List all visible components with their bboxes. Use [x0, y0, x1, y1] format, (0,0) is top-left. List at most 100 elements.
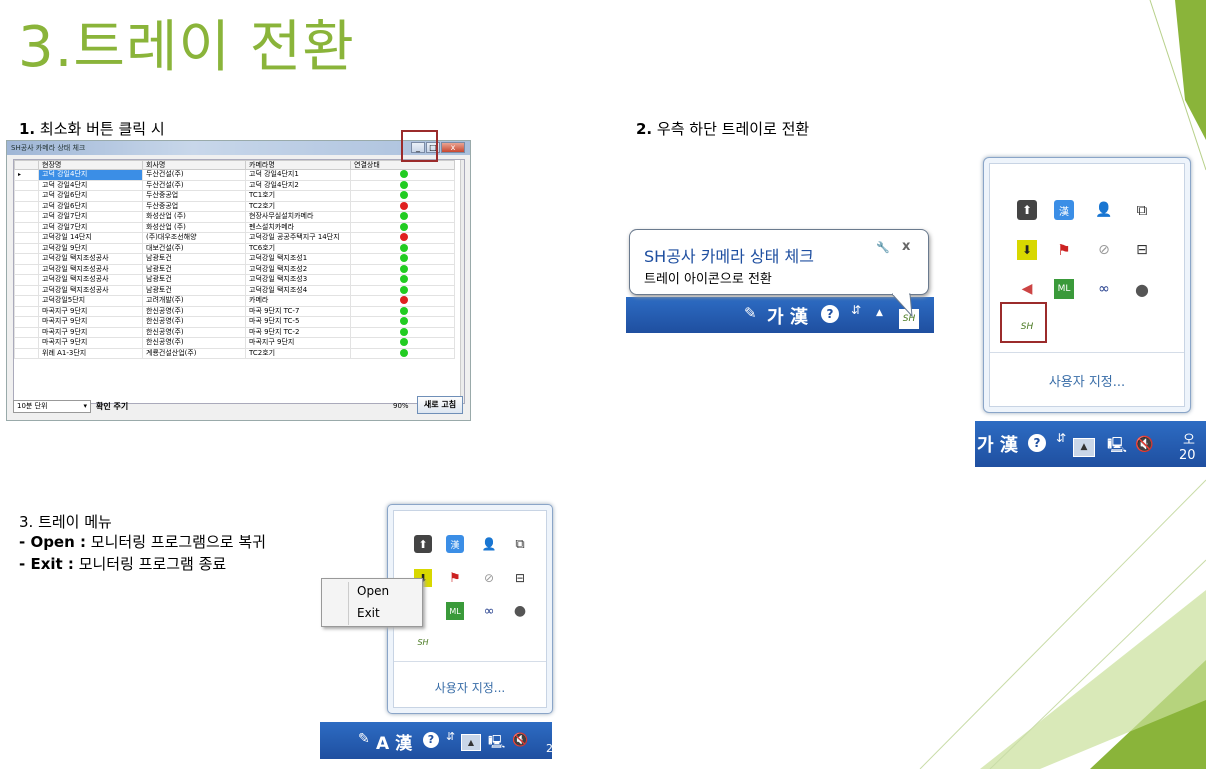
status-ok-indicator — [400, 180, 408, 189]
ime-toggle-icon-3[interactable]: ✎ — [358, 731, 370, 747]
chat-icon-2[interactable]: ● — [511, 602, 529, 620]
user-monitor-icon-2[interactable]: 👤 — [480, 535, 498, 553]
column-header-company[interactable]: 회사명 — [142, 160, 246, 170]
network-icon[interactable]: 🖳 — [1107, 435, 1127, 460]
table-row[interactable]: 고덕 강일6단지 두산중공업 TC2호기 — [14, 200, 455, 212]
cell-site: 고덕강일 택지조성공사 — [38, 253, 143, 265]
table-row[interactable]: 마곡지구 9단지 한신공영(주) 마곡 9단지 TC-2 — [14, 326, 455, 338]
infinity-icon[interactable]: ∞ — [1094, 279, 1114, 299]
table-row[interactable]: 고덕강일 택지조성공사 남광토건 고덕강일 택지조성4 — [14, 284, 455, 296]
status-ok-indicator — [400, 222, 408, 231]
table-row[interactable]: 고덕강일 택지조성공사 남광토건 고덕강일 택지조성2 — [14, 263, 455, 275]
language-bar-icon-2[interactable]: ⇵ — [1056, 431, 1066, 445]
column-header-camera[interactable]: 카메라명 — [245, 160, 351, 170]
cell-status — [350, 263, 455, 275]
help-icon[interactable]: ? — [821, 305, 839, 323]
ime-toggle-icon[interactable]: ✎ — [744, 304, 757, 322]
interval-select[interactable]: 10분 단위 ▾ — [13, 400, 91, 413]
language-bar-icon[interactable]: ⇵ — [851, 303, 861, 317]
cell-company: 두산건설(주) — [142, 179, 246, 191]
cell-company: 한신공영(주) — [142, 337, 246, 349]
step3-heading: 3. 트레이 메뉴 — [19, 513, 112, 531]
cell-status — [350, 295, 455, 307]
tray-balloon: SH공사 카메라 상태 체크 트레이 아이콘으로 전환 🔧 x — [629, 229, 929, 295]
ime-indicator[interactable]: 가 漢 — [767, 303, 808, 329]
grid-scrollbar[interactable] — [460, 160, 464, 403]
ime-pad-icon-2[interactable]: 漢 — [446, 535, 464, 553]
step3-line-open: - Open : 모니터링 프로그램으로 복귀 — [19, 531, 266, 552]
infinity-icon-2[interactable]: ∞ — [480, 602, 498, 620]
menu-gutter-divider — [348, 582, 349, 625]
table-row[interactable]: 고덕강일 택지조성공사 남광토건 고덕강일 택지조성1 — [14, 253, 455, 265]
cell-camera: 고덕강일 공공주택지구 14단지 — [245, 232, 351, 244]
action-center-flag-icon[interactable]: ⚑ — [1054, 240, 1074, 260]
cell-company: 한신공영(주) — [142, 326, 246, 338]
customize-link-2[interactable]: 사용자 지정... — [394, 679, 546, 696]
network-icon-3[interactable]: 🖳 — [488, 733, 505, 755]
cell-company: 고려개발(주) — [142, 295, 246, 307]
user-monitor-icon[interactable]: 👤 — [1094, 200, 1114, 220]
table-row[interactable]: 고덕 강일7단지 화성산업 (주) 펜스설치카메라 — [14, 221, 455, 233]
sh-tray-icon-popup-2[interactable]: SH — [414, 633, 432, 651]
chat-icon[interactable]: ● — [1132, 279, 1152, 299]
cell-status — [350, 284, 455, 296]
ml-icon[interactable]: ML — [1054, 279, 1074, 299]
column-header-site[interactable]: 현장명 — [38, 160, 143, 170]
table-row[interactable]: 고덕 강일6단지 두산중공업 TC1호기 — [14, 190, 455, 202]
ml-icon-2[interactable]: ML — [446, 602, 464, 620]
cell-company: 화성산업 (주) — [142, 221, 246, 233]
link-icon[interactable]: ⊘ — [1094, 240, 1114, 260]
table-row[interactable]: 고덕강일5단지 고려개발(주) 카메라 — [14, 295, 455, 307]
table-row[interactable]: 고덕강일 택지조성공사 남광토건 고덕강일 택지조성3 — [14, 274, 455, 286]
table-row[interactable]: ▸ 고덕 강일4단지 두산건설(주) 고덕 강일4단지1 — [14, 169, 455, 181]
table-row[interactable]: 위례 A1-3단지 계룡건설산업(주) TC2호기 — [14, 347, 455, 359]
table-row[interactable]: 마곡지구 9단지 한신공영(주) 마곡 9단지 TC-5 — [14, 316, 455, 328]
table-row[interactable]: 고덕 강일4단지 두산건설(주) 고덕 강일4단지2 — [14, 179, 455, 191]
wrench-icon[interactable]: 🔧 — [876, 241, 890, 254]
refresh-button[interactable]: 새로 고침 — [417, 396, 463, 414]
cell-camera: 고덕강일 택지조성3 — [245, 274, 351, 286]
cell-site: 마곡지구 9단지 — [38, 305, 143, 317]
table-row[interactable]: 마곡지구 9단지 한신공영(주) 마곡지구 9단지 — [14, 337, 455, 349]
help-icon-2[interactable]: ? — [1028, 434, 1046, 452]
row-marker — [14, 284, 39, 296]
row-marker — [14, 263, 39, 275]
row-marker — [14, 242, 39, 254]
action-center-flag-icon-2[interactable]: ⚑ — [446, 569, 464, 587]
ime-pad-icon[interactable]: 漢 — [1054, 200, 1074, 220]
menu-item-open[interactable]: Open — [357, 584, 389, 598]
balloon-close-icon[interactable]: x — [902, 239, 910, 254]
help-icon-3[interactable]: ? — [423, 732, 439, 748]
show-hidden-icons-button-3[interactable]: ▲ — [461, 734, 481, 751]
menu-item-exit[interactable]: Exit — [357, 606, 380, 620]
link-icon-2[interactable]: ⊘ — [480, 569, 498, 587]
minimize-highlight-box — [401, 130, 438, 162]
language-bar-icon-3[interactable]: ⇵ — [446, 730, 455, 743]
lock-icon[interactable]: ⊟ — [1132, 240, 1152, 260]
table-row[interactable]: 고덕강일 14단지 (주)대우조선해양 고덕강일 공공주택지구 14단지 — [14, 232, 455, 244]
download-icon[interactable]: ⬇ — [1017, 240, 1037, 260]
status-ok-indicator — [400, 212, 408, 221]
table-row[interactable]: 고덕강일 9단지 대보건설(주) TC6호기 — [14, 242, 455, 254]
lock-icon-2[interactable]: ⊟ — [511, 569, 529, 587]
cell-status — [350, 253, 455, 265]
update-icon-2[interactable]: ⬆ — [414, 535, 432, 553]
row-marker — [14, 179, 39, 191]
display-icon[interactable]: ⧉ — [1132, 200, 1152, 220]
cell-camera: TC2호기 — [245, 347, 351, 359]
volume-muted-icon-3[interactable]: 🔇 — [512, 733, 528, 748]
row-marker — [14, 337, 39, 349]
display-icon-2[interactable]: ⧉ — [511, 535, 529, 553]
speaker-icon[interactable]: ◀ — [1017, 279, 1037, 299]
table-row[interactable]: 고덕 강일7단지 화성산업 (주) 현장사무실설치카메라 — [14, 211, 455, 223]
customize-link[interactable]: 사용자 지정... — [990, 371, 1184, 390]
table-row[interactable]: 마곡지구 9단지 한신공영(주) 마곡 9단지 TC-7 — [14, 305, 455, 317]
close-button[interactable]: x — [441, 142, 465, 153]
update-icon[interactable]: ⬆ — [1017, 200, 1037, 220]
ime-indicator-3[interactable]: A 漢 — [376, 729, 412, 754]
show-hidden-icons-button[interactable]: ▲ — [1073, 438, 1095, 457]
tray-context-menu: Open Exit — [321, 578, 423, 627]
volume-muted-icon[interactable]: 🔇 — [1135, 435, 1154, 453]
show-hidden-icons-arrow[interactable]: ▲ — [876, 308, 883, 318]
ime-indicator-2[interactable]: 가 漢 — [977, 431, 1018, 457]
